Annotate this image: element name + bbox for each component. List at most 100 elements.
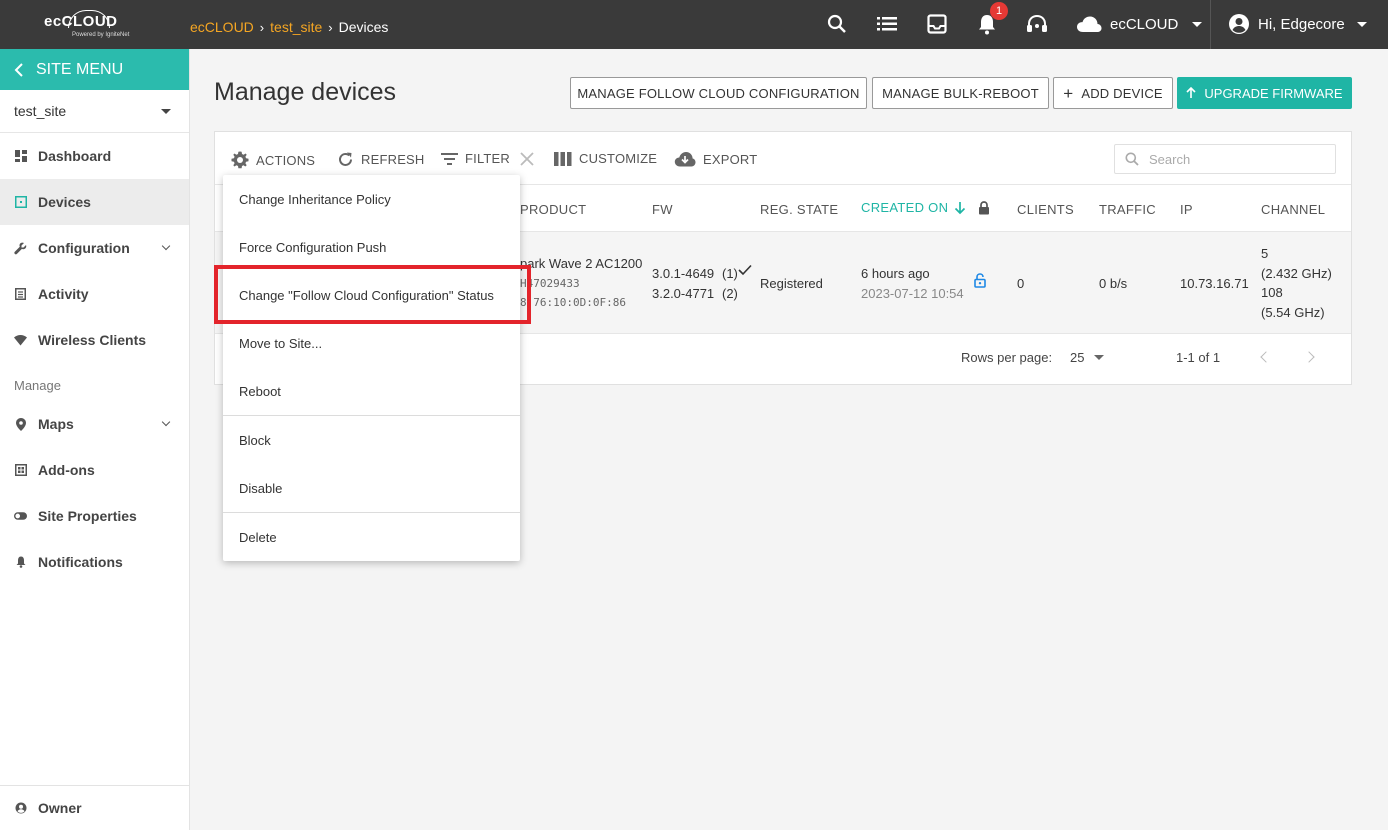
rows-per-page-value: 25 bbox=[1070, 350, 1085, 365]
sidebar-item-devices[interactable]: Devices bbox=[0, 179, 189, 225]
cell-channel-2: 108 bbox=[1261, 285, 1283, 300]
cell-channel-1-freq: (2.432 GHz) bbox=[1261, 266, 1332, 281]
top-bar: ecCLOUD Powered by IgniteNet ecCLOUD › t… bbox=[0, 0, 1388, 49]
column-created-on-label: CREATED ON bbox=[861, 200, 949, 215]
sidebar-item-wireless-clients[interactable]: Wireless Clients bbox=[0, 317, 189, 363]
sidebar-item-add-ons[interactable]: Add-ons bbox=[0, 447, 189, 493]
cloud-caret-icon bbox=[1192, 21, 1203, 27]
sidebar-item-label: Add-ons bbox=[38, 462, 95, 478]
menu-item-reboot[interactable]: Reboot bbox=[223, 367, 520, 415]
sidebar-item-notifications[interactable]: Notifications bbox=[0, 539, 189, 585]
refresh-icon bbox=[339, 152, 352, 166]
user-menu[interactable]: Hi, Edgecore bbox=[1228, 13, 1367, 35]
sidebar-item-label: Dashboard bbox=[38, 148, 112, 164]
export-button[interactable]: EXPORT bbox=[674, 151, 757, 167]
search-box[interactable] bbox=[1114, 144, 1336, 174]
filter-button[interactable]: FILTER bbox=[441, 151, 534, 166]
cell-mac: 8:76:10:0D:0F:86 bbox=[520, 296, 626, 309]
column-ip[interactable]: IP bbox=[1180, 202, 1193, 217]
menu-item-delete[interactable]: Delete bbox=[223, 513, 520, 561]
account-icon bbox=[1229, 14, 1249, 34]
upgrade-firmware-button[interactable]: UPGRADE FIRMWARE bbox=[1177, 77, 1352, 109]
sidebar-item-label: Devices bbox=[38, 194, 91, 210]
menu-item-disable[interactable]: Disable bbox=[223, 464, 520, 512]
page-title: Manage devices bbox=[214, 78, 397, 106]
user-label: Hi, Edgecore bbox=[1258, 15, 1345, 33]
toggle-icon bbox=[14, 510, 27, 523]
manage-follow-cloud-button[interactable]: MANAGE FOLLOW CLOUD CONFIGURATION bbox=[570, 77, 867, 109]
site-menu-header[interactable]: SITE MENU bbox=[0, 49, 189, 90]
inbox-icon[interactable] bbox=[925, 12, 949, 36]
sidebar-owner[interactable]: Owner bbox=[0, 785, 189, 830]
pagination-range: 1-1 of 1 bbox=[1176, 350, 1221, 365]
chevron-down-icon bbox=[161, 417, 171, 427]
ecCLOUD-logo[interactable]: ecCLOUD Powered by IgniteNet bbox=[44, 10, 129, 40]
rows-per-page-select[interactable]: 25 bbox=[1070, 350, 1105, 365]
column-created-on[interactable]: CREATED ON bbox=[861, 200, 990, 215]
dashboard-icon bbox=[14, 150, 27, 163]
site-menu-label: SITE MENU bbox=[36, 60, 124, 78]
unlock-icon[interactable] bbox=[974, 273, 986, 288]
sidebar-item-activity[interactable]: Activity bbox=[0, 271, 189, 317]
menu-item-force-configuration-push[interactable]: Force Configuration Push bbox=[223, 223, 520, 271]
export-label: EXPORT bbox=[703, 151, 758, 167]
cloud-download-icon bbox=[674, 152, 696, 167]
customize-label: CUSTOMIZE bbox=[579, 151, 658, 166]
account-icon bbox=[14, 802, 27, 815]
prev-page-icon[interactable] bbox=[1260, 351, 1272, 363]
refresh-button[interactable]: REFRESH bbox=[337, 151, 425, 168]
site-name: test_site bbox=[14, 103, 67, 119]
breadcrumb-ecCLOUD[interactable]: ecCLOUD bbox=[190, 19, 254, 35]
check-icon bbox=[738, 264, 752, 276]
customize-button[interactable]: CUSTOMIZE bbox=[554, 151, 657, 166]
menu-item-block[interactable]: Block bbox=[223, 416, 520, 464]
cell-fw1: 3.0.1-4649 bbox=[652, 266, 715, 281]
search-input[interactable] bbox=[1149, 151, 1319, 167]
actions-button[interactable]: ACTIONS bbox=[231, 151, 315, 169]
upgrade-firmware-label: UPGRADE FIRMWARE bbox=[1204, 85, 1343, 101]
cloud-menu[interactable]: ecCLOUD bbox=[1076, 15, 1203, 33]
filter-label: FILTER bbox=[465, 151, 511, 166]
sidebar-item-configuration[interactable]: Configuration bbox=[0, 225, 189, 271]
column-reg-state[interactable]: REG. STATE bbox=[760, 202, 838, 217]
sidebar-item-label: Configuration bbox=[38, 240, 130, 256]
breadcrumb-separator: › bbox=[259, 19, 265, 35]
rows-caret-icon bbox=[1094, 355, 1105, 360]
add-device-button[interactable]: + ADD DEVICE bbox=[1053, 77, 1173, 109]
cell-channel-1: 5 bbox=[1261, 246, 1269, 261]
sidebar: SITE MENU test_site Dashboard Devices Co… bbox=[0, 49, 190, 830]
cell-created-date: 2023-07-12 10:54 bbox=[861, 286, 964, 301]
breadcrumb: ecCLOUD › test_site › Devices bbox=[190, 19, 388, 35]
bell-icon bbox=[14, 556, 27, 569]
menu-item-change-inheritance-policy[interactable]: Change Inheritance Policy bbox=[223, 175, 520, 223]
site-selector[interactable]: test_site bbox=[0, 90, 189, 133]
lock-icon bbox=[979, 200, 990, 214]
user-divider bbox=[1210, 0, 1211, 49]
menu-item-move-to-site[interactable]: Move to Site... bbox=[223, 319, 520, 367]
next-page-icon[interactable] bbox=[1303, 351, 1315, 363]
cloud-icon bbox=[1077, 16, 1102, 32]
search-icon[interactable] bbox=[825, 12, 849, 36]
support-icon[interactable] bbox=[1025, 12, 1049, 36]
arrow-down-icon bbox=[955, 201, 966, 214]
sidebar-item-label: Maps bbox=[38, 416, 74, 432]
chevron-left-icon bbox=[14, 62, 23, 77]
breadcrumb-current: Devices bbox=[338, 19, 389, 35]
column-clients[interactable]: CLIENTS bbox=[1017, 202, 1074, 217]
cell-fw2: 3.2.0-4771 bbox=[652, 286, 715, 301]
column-traffic[interactable]: TRAFFIC bbox=[1099, 202, 1156, 217]
column-channel[interactable]: CHANNEL bbox=[1261, 202, 1325, 217]
column-fw[interactable]: FW bbox=[652, 202, 673, 217]
owner-label: Owner bbox=[38, 800, 82, 816]
sidebar-item-dashboard[interactable]: Dashboard bbox=[0, 133, 189, 179]
clear-filter-icon[interactable] bbox=[520, 151, 534, 166]
sidebar-item-site-properties[interactable]: Site Properties bbox=[0, 493, 189, 539]
list-icon[interactable] bbox=[875, 12, 899, 36]
cell-product: park Wave 2 AC1200 bbox=[520, 256, 643, 271]
sidebar-item-maps[interactable]: Maps bbox=[0, 401, 189, 447]
cell-ip: 10.73.16.71 bbox=[1180, 276, 1249, 291]
manage-bulk-reboot-button[interactable]: MANAGE BULK-REBOOT bbox=[872, 77, 1049, 109]
column-product[interactable]: PRODUCT bbox=[520, 202, 586, 217]
breadcrumb-site[interactable]: test_site bbox=[270, 19, 322, 35]
arrow-up-icon bbox=[1186, 87, 1196, 98]
